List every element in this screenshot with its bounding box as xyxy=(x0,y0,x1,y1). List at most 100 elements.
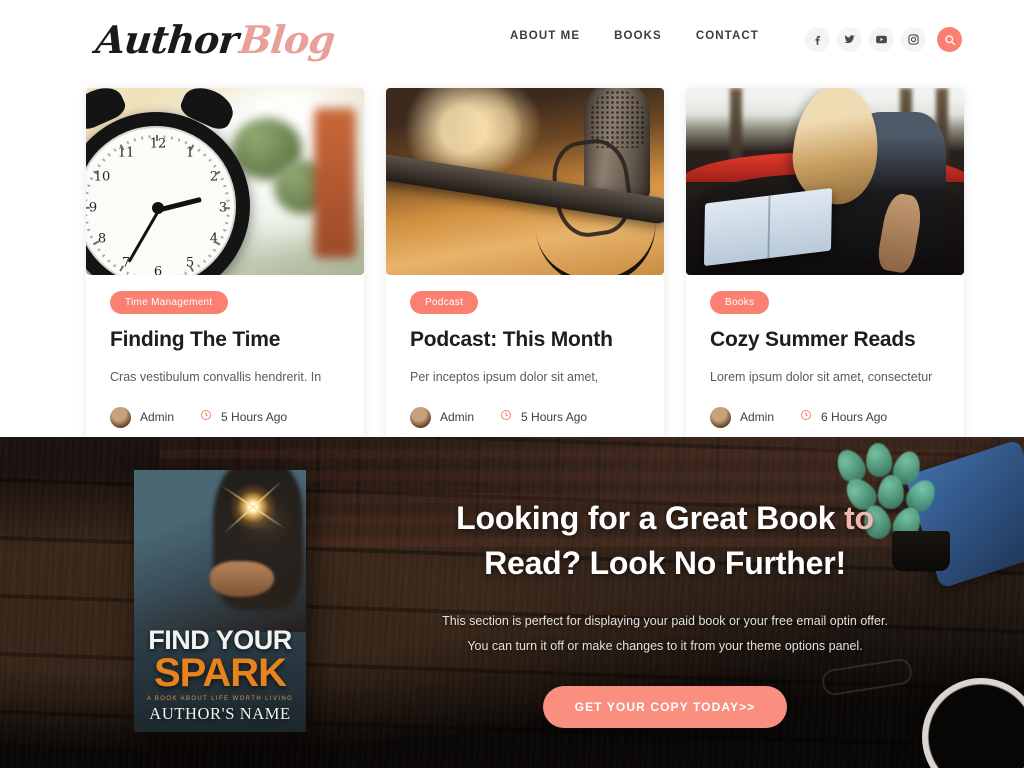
post-card-body: Podcast Podcast: This Month Per inceptos… xyxy=(386,275,664,448)
post-thumbnail-hammock-reader[interactable] xyxy=(686,88,964,275)
clock-tick xyxy=(87,228,91,232)
clock-tick xyxy=(86,199,88,202)
book-cover-title-line1: FIND YOUR xyxy=(148,625,292,656)
clock-tick xyxy=(86,221,89,224)
clock-tick xyxy=(126,140,130,145)
clock-icon xyxy=(200,408,212,426)
post-thumbnail-alarm-clock[interactable]: 12 1 2 3 4 5 6 7 8 9 10 11 xyxy=(86,88,364,275)
post-title[interactable]: Finding The Time xyxy=(110,327,340,352)
logo-text-author: Author xyxy=(93,17,241,62)
clock-tick xyxy=(113,148,117,152)
clock-tick xyxy=(226,199,230,202)
clock-tick xyxy=(212,248,217,252)
post-category-badge[interactable]: Podcast xyxy=(410,291,479,314)
post-card-body: Books Cozy Summer Reads Lorem ipsum dolo… xyxy=(686,275,964,448)
nav-item-contact[interactable]: CONTACT xyxy=(696,30,759,42)
search-icon[interactable] xyxy=(937,27,962,52)
twitter-icon[interactable] xyxy=(837,27,862,52)
author-avatar xyxy=(710,406,731,428)
clock-tick xyxy=(184,271,188,275)
clock-tick xyxy=(223,207,230,209)
clock-tick xyxy=(184,140,188,145)
post-card[interactable]: 12 1 2 3 4 5 6 7 8 9 10 11 xyxy=(86,88,364,448)
post-card[interactable]: Books Cozy Summer Reads Lorem ipsum dolo… xyxy=(686,88,964,448)
clock-tick xyxy=(86,214,88,217)
book-cover-author: AUTHOR'S NAME xyxy=(149,704,291,723)
clock-tick xyxy=(86,192,89,195)
hero-heading-line2: Read? Look No Further! xyxy=(484,545,846,582)
clock-tick xyxy=(133,138,136,142)
book-cover-text: FIND YOUR SPARK A BOOK ABOUT LIFE WORTH … xyxy=(134,625,306,724)
post-time: 5 Hours Ago xyxy=(521,410,588,425)
hero-description-line1: This section is perfect for displaying y… xyxy=(442,613,888,628)
clock-tick xyxy=(89,235,94,239)
clock-tick xyxy=(177,274,181,275)
clock-tick xyxy=(107,259,111,263)
clock-tick xyxy=(86,207,90,209)
clock-tick xyxy=(148,135,151,139)
post-cards-row: 12 1 2 3 4 5 6 7 8 9 10 11 xyxy=(0,88,1024,448)
clock-tick xyxy=(170,136,173,140)
clock-tick xyxy=(177,138,181,142)
clock-tick xyxy=(223,228,227,232)
clock-tick xyxy=(163,135,166,139)
hero-heading-accent: to xyxy=(844,500,874,536)
post-author[interactable]: Admin xyxy=(740,410,774,424)
clock-tick xyxy=(97,164,101,168)
hero-description: This section is perfect for displaying y… xyxy=(370,609,960,659)
book-cover-image[interactable]: FIND YOUR SPARK A BOOK ABOUT LIFE WORTH … xyxy=(134,470,306,732)
clock-tick xyxy=(102,158,106,162)
clock-tick xyxy=(107,153,111,157)
hero-heading: Looking for a Great Book to Read? Look N… xyxy=(370,496,960,587)
clock-tick xyxy=(126,271,130,275)
clock-tick xyxy=(197,264,201,268)
hero-heading-line1: Looking for a Great Book xyxy=(456,500,836,536)
post-excerpt: Cras vestibulum convallis hendrerit. In xyxy=(110,370,322,385)
youtube-icon[interactable] xyxy=(869,27,894,52)
header-social-bar xyxy=(805,27,962,52)
post-excerpt: Lorem ipsum dolor sit amet, consectetur xyxy=(710,370,933,385)
clock-tick xyxy=(226,214,230,217)
post-card[interactable]: Podcast Podcast: This Month Per inceptos… xyxy=(386,88,664,448)
post-time: 5 Hours Ago xyxy=(221,410,288,425)
post-excerpt: Per inceptos ipsum dolor sit amet, xyxy=(410,370,599,385)
clock-icon xyxy=(800,408,812,426)
clock-tick xyxy=(102,254,106,258)
post-category-badge[interactable]: Books xyxy=(710,291,770,314)
post-title[interactable]: Podcast: This Month xyxy=(410,327,640,352)
clock-tick xyxy=(156,135,158,141)
instagram-icon[interactable] xyxy=(901,27,926,52)
logo-text-blog: Blog xyxy=(237,17,337,62)
hero-copy: Looking for a Great Book to Read? Look N… xyxy=(306,470,1024,728)
clock-tick xyxy=(208,158,212,162)
clock-tick xyxy=(225,221,229,224)
hero-content: FIND YOUR SPARK A BOOK ABOUT LIFE WORTH … xyxy=(0,437,1024,732)
book-cover-subtitle: A BOOK ABOUT LIFE WORTH LIVING xyxy=(146,696,294,702)
post-card-body: Time Management Finding The Time Cras ve… xyxy=(86,275,364,448)
clock-tick xyxy=(197,148,201,152)
post-thumbnail-microphone[interactable] xyxy=(386,88,664,275)
book-cover-photo xyxy=(134,470,306,633)
clock-face: 12 1 2 3 4 5 6 7 8 9 10 11 xyxy=(86,126,236,275)
post-author[interactable]: Admin xyxy=(440,410,474,424)
post-category-badge[interactable]: Time Management xyxy=(110,291,228,314)
site-logo[interactable]: AuthorBlog xyxy=(94,17,337,62)
page-root: AuthorBlog ABOUT ME BOOKS CONTACT 12 1 2… xyxy=(0,0,1024,768)
main-navigation: ABOUT ME BOOKS CONTACT xyxy=(510,30,759,42)
microphone-cable xyxy=(534,208,662,275)
clock-tick xyxy=(223,184,227,188)
post-title[interactable]: Cozy Summer Reads xyxy=(710,327,940,352)
clock-tick xyxy=(133,274,136,275)
clock-tick xyxy=(87,184,91,188)
facebook-icon[interactable] xyxy=(805,27,830,52)
latest-posts-section: 12 1 2 3 4 5 6 7 8 9 10 11 xyxy=(0,80,1024,448)
clock-tick xyxy=(97,248,101,252)
nav-item-about-me[interactable]: ABOUT ME xyxy=(510,30,580,42)
alarm-clock-body: 12 1 2 3 4 5 6 7 8 9 10 11 xyxy=(86,112,250,275)
clock-tick xyxy=(212,164,217,168)
nav-item-books[interactable]: BOOKS xyxy=(614,30,662,42)
get-your-copy-button[interactable]: GET YOUR COPY TODAY>> xyxy=(542,685,788,728)
post-author[interactable]: Admin xyxy=(140,410,174,424)
hero-description-line2: You can turn it off or make changes to i… xyxy=(467,638,863,653)
site-header: AuthorBlog ABOUT ME BOOKS CONTACT xyxy=(0,0,1024,80)
